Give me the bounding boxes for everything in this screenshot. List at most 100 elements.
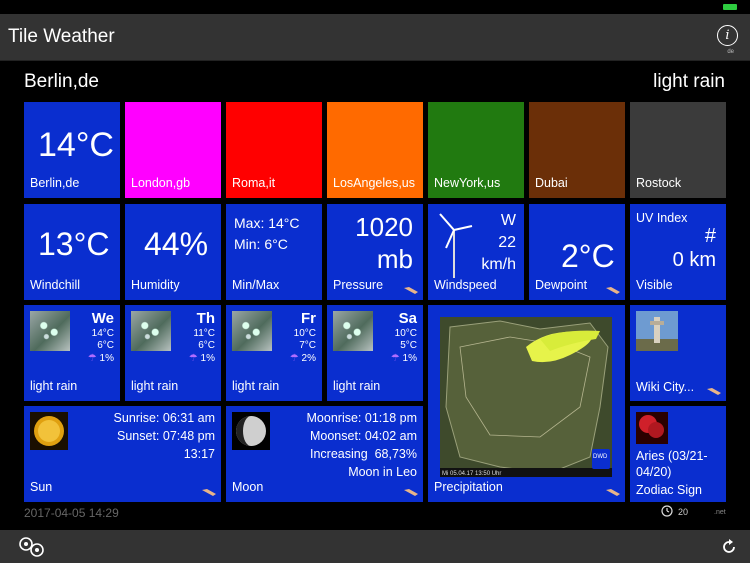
forecast-pop: ☂ 2% [290, 353, 316, 364]
current-condition: light rain [653, 71, 725, 92]
tile-label: Moon [232, 480, 264, 494]
info-language: de [727, 49, 734, 55]
forecast-high: 14°C [91, 328, 114, 339]
wind-tile[interactable]: W 22 km/h Windspeed [428, 204, 524, 300]
min-temp: Min: 6°C [234, 236, 288, 252]
moonrise: Moonrise: 01:18 pm [306, 411, 417, 425]
windchill-tile[interactable]: 13°C Windchill [24, 204, 120, 300]
zodiac-sign: Aries (03/21- [636, 449, 708, 463]
dewpoint-value: 2°C [561, 238, 615, 274]
city-tile-berlin[interactable]: 14°C Berlin,de [24, 102, 120, 198]
tap-hand-icon [404, 287, 418, 294]
forecast-day: Th [196, 310, 215, 327]
city-photo-icon [636, 311, 678, 351]
forecast-pop: ☂ 1% [189, 353, 215, 364]
tile-label: Visible [636, 278, 673, 292]
pressure-tile[interactable]: 1020 mb Pressure [327, 204, 423, 300]
city-tile-losangeles[interactable]: LosAngeles,us [327, 102, 423, 198]
forecast-pop: ☂ 1% [88, 353, 114, 364]
forecast-tile-we[interactable]: We 14°C 6°C ☂ 1% light rain [24, 305, 120, 401]
navigation-bar: Tile Weather i de [0, 14, 750, 61]
moon-tile[interactable]: Moonrise: 01:18 pm Moonset: 04:02 am Inc… [226, 406, 423, 502]
city-temp: 14°C [38, 126, 114, 164]
umbrella-icon: ☂ [87, 353, 97, 364]
tile-label: Zodiac Sign [636, 483, 703, 497]
forecast-day: Fr [301, 310, 316, 327]
windchill-value: 13°C [38, 226, 110, 262]
zodiac-range: 04/20) [636, 465, 672, 479]
sun-tile[interactable]: Sunrise: 06:31 am Sunset: 07:48 pm 13:17… [24, 406, 221, 502]
dewpoint-tile[interactable]: 2°C Dewpoint [529, 204, 625, 300]
tap-hand-icon [404, 489, 418, 496]
tile-label: Precipitation [434, 480, 503, 494]
settings-gears-icon[interactable] [17, 536, 47, 558]
wiki-city-tile[interactable]: Wiki City... [630, 305, 726, 401]
tile-label: Wiki City... [636, 380, 695, 394]
tile-label: Pressure [333, 278, 384, 292]
zodiac-tile[interactable]: Aries (03/21- 04/20) Zodiac Sign [630, 406, 726, 502]
daylength: 13:17 [183, 447, 215, 461]
forecast-day: We [91, 310, 114, 327]
battery-icon [723, 4, 737, 10]
pop-value: 1% [99, 353, 114, 364]
forecast-tile-th[interactable]: Th 11°C 6°C ☂ 1% light rain [125, 305, 221, 401]
city-tile-rostock[interactable]: Rostock [630, 102, 726, 198]
forecast-desc: light rain [333, 379, 381, 393]
current-city: Berlin,de [24, 71, 99, 92]
tile-label: Min/Max [232, 278, 280, 292]
pressure-value: 1020 [355, 212, 413, 242]
uv-title: UV Index [636, 211, 688, 225]
city-tile-london[interactable]: London,gb [125, 102, 221, 198]
forecast-high: 11°C [193, 328, 215, 339]
minmax-tile[interactable]: Max: 14°C Min: 6°C Min/Max [226, 204, 322, 300]
city-label: Rostock [636, 176, 682, 190]
moonset: Moonset: 04:02 am [309, 429, 417, 443]
forecast-day: Sa [398, 310, 417, 327]
city-tile-dubai[interactable]: Dubai [529, 102, 625, 198]
update-timestamp: 2017-04-05 14:29 [24, 506, 119, 520]
info-icon[interactable]: i [717, 25, 738, 46]
bottom-toolbar [0, 530, 750, 563]
pressure-unit: mb [376, 244, 413, 274]
city-label: Berlin,de [30, 176, 80, 190]
aries-icon [636, 412, 668, 444]
tile-label: Dewpoint [535, 278, 588, 292]
tap-hand-icon [202, 489, 216, 496]
moon-phase: Increasing 68,73% [309, 447, 417, 461]
uv-value: # [704, 225, 716, 247]
forecast-low: 5°C [400, 340, 417, 351]
umbrella-icon: ☂ [390, 353, 400, 364]
forecast-tile-sa[interactable]: Sa 10°C 5°C ☂ 1% light rain [327, 305, 423, 401]
city-label: Dubai [535, 176, 568, 190]
precipitation-tile[interactable]: Mi 05.04.17 13:50 Uhr DWD Precipitation [428, 305, 625, 502]
pop-value: 1% [402, 353, 417, 364]
moon-icon [232, 412, 270, 450]
provider-label: .net [714, 509, 726, 516]
tap-hand-icon [606, 287, 620, 294]
pop-value: 1% [200, 353, 215, 364]
tap-hand-icon [707, 388, 721, 395]
status-bar [0, 0, 750, 14]
refresh-icon[interactable] [720, 538, 738, 556]
tile-label: Humidity [131, 278, 180, 292]
sun-icon [30, 412, 68, 450]
city-label: LosAngeles,us [333, 176, 416, 190]
visibility-value: 0 km [672, 249, 716, 271]
forecast-desc: light rain [30, 379, 78, 393]
umbrella-icon: ☂ [188, 353, 198, 364]
forecast-tile-fr[interactable]: Fr 10°C 7°C ☂ 2% light rain [226, 305, 322, 401]
city-tile-roma[interactable]: Roma,it [226, 102, 322, 198]
city-tile-newyork[interactable]: NewYork,us [428, 102, 524, 198]
sunset: Sunset: 07:48 pm [117, 429, 215, 443]
rain-icon [232, 311, 272, 351]
humidity-tile[interactable]: 44% Humidity [125, 204, 221, 300]
radar-map: Mi 05.04.17 13:50 Uhr DWD [440, 317, 612, 477]
forecast-low: 6°C [198, 340, 215, 351]
forecast-low: 6°C [97, 340, 114, 351]
tile-label: Windspeed [434, 278, 497, 292]
rain-icon [30, 311, 70, 351]
umbrella-icon: ☂ [289, 353, 299, 364]
max-temp: Max: 14°C [234, 215, 300, 231]
wind-turbine-icon [439, 213, 473, 278]
uv-visibility-tile[interactable]: UV Index # 0 km Visible [630, 204, 726, 300]
